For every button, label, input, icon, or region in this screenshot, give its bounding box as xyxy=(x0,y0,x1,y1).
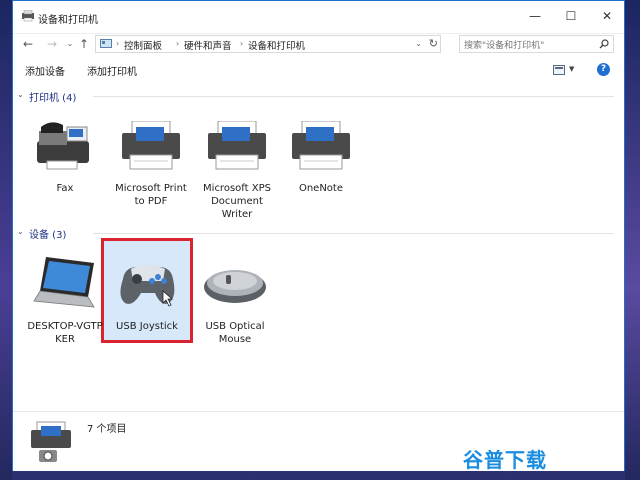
close-button[interactable]: ✕ xyxy=(596,7,618,25)
explorer-window: 设备和打印机 — ☐ ✕ ← → ⌄ ↑ › 控制面板 › 硬件和声音 › 设备… xyxy=(12,0,625,471)
device-item-onenote[interactable]: OneNote xyxy=(282,113,360,213)
device-label: USB Joystick xyxy=(116,321,178,332)
window-title: 设备和打印机 xyxy=(38,15,98,26)
fax-icon xyxy=(37,122,89,170)
command-bar: 添加设备 添加打印机 ▼ ? xyxy=(13,57,624,83)
address-bar-row: ← → ⌄ ↑ › 控制面板 › 硬件和声音 › 设备和打印机 ⌄ ↻ 搜索"设… xyxy=(13,33,624,55)
title-bar[interactable]: 设备和打印机 — ☐ ✕ xyxy=(13,1,624,34)
device-item-fax[interactable]: Fax xyxy=(26,113,104,213)
up-arrow-icon[interactable]: ↑ xyxy=(77,36,91,52)
breadcrumb-separator[interactable]: › xyxy=(240,39,243,48)
recent-locations-chevron-icon[interactable]: ⌄ xyxy=(63,36,77,52)
desktop-background-left xyxy=(0,0,12,480)
section-divider xyxy=(93,233,614,234)
section-title-printers: 打印机 (4) xyxy=(29,93,77,104)
device-label: Microsoft Print to PDF xyxy=(115,183,187,207)
printer-icon xyxy=(292,121,350,170)
device-item-microsoft-print-to-pdf[interactable]: Microsoft Print to PDF xyxy=(112,113,190,213)
device-item-microsoft-xps-document-writer[interactable]: Microsoft XPS Document Writer xyxy=(198,113,276,220)
device-item-usb-joystick[interactable]: USB Joystick xyxy=(108,251,186,341)
watermark-logo: 谷普下载 xyxy=(463,448,547,472)
printer-icon xyxy=(208,121,266,170)
address-history-chevron-icon[interactable]: ⌄ xyxy=(415,39,422,48)
view-options-chevron-icon[interactable]: ▼ xyxy=(569,65,574,73)
device-label: Microsoft XPS Document Writer xyxy=(203,183,271,220)
breadcrumb-devices-printers[interactable]: 设备和打印机 xyxy=(248,38,305,52)
breadcrumb-control-panel[interactable]: 控制面板 xyxy=(124,38,162,52)
search-input[interactable]: 搜索"设备和打印机" xyxy=(459,35,614,53)
devices-printers-large-icon xyxy=(31,421,71,462)
device-label: DESKTOP-VGTP KER xyxy=(27,321,103,345)
laptop-icon xyxy=(33,257,95,308)
control-panel-icon xyxy=(100,39,112,48)
breadcrumb-separator[interactable]: › xyxy=(116,39,119,48)
item-count: 7 个项目 xyxy=(87,424,127,435)
refresh-icon[interactable]: ↻ xyxy=(429,37,438,50)
collapse-chevron-icon[interactable]: ⌄ xyxy=(17,227,24,236)
device-label: USB Optical Mouse xyxy=(205,321,265,345)
help-icon[interactable]: ? xyxy=(597,63,610,76)
section-divider xyxy=(93,96,614,97)
device-label: OneNote xyxy=(298,183,344,194)
breadcrumb-hardware-sound[interactable]: 硬件和声音 xyxy=(184,38,232,52)
device-label: Fax xyxy=(56,183,74,194)
change-view-icon[interactable] xyxy=(553,65,565,75)
breadcrumb-separator[interactable]: › xyxy=(176,39,179,48)
address-field[interactable]: › 控制面板 › 硬件和声音 › 设备和打印机 ⌄ ↻ xyxy=(95,35,441,53)
device-item-desktop-computer[interactable]: DESKTOP-VGTP KER xyxy=(26,251,104,351)
printer-icon xyxy=(122,121,180,170)
collapse-chevron-icon[interactable]: ⌄ xyxy=(17,90,24,99)
device-item-usb-optical-mouse[interactable]: USB Optical Mouse xyxy=(196,251,274,351)
devices-printers-icon xyxy=(22,10,34,22)
add-device-button[interactable]: 添加设备 xyxy=(25,63,65,78)
forward-arrow-icon[interactable]: → xyxy=(45,36,59,52)
search-icon[interactable] xyxy=(599,39,609,49)
add-printer-button[interactable]: 添加打印机 xyxy=(87,63,137,78)
back-arrow-icon[interactable]: ← xyxy=(21,36,35,52)
desktop-background-right xyxy=(625,0,640,480)
section-title-devices: 设备 (3) xyxy=(29,230,67,241)
gamepad-icon xyxy=(120,265,175,307)
search-placeholder: 搜索"设备和打印机" xyxy=(464,41,545,51)
minimize-button[interactable]: — xyxy=(524,7,546,25)
maximize-button[interactable]: ☐ xyxy=(560,7,582,25)
section-header-printers[interactable]: ⌄ 打印机 (4) xyxy=(13,89,624,104)
mouse-icon xyxy=(204,270,266,303)
